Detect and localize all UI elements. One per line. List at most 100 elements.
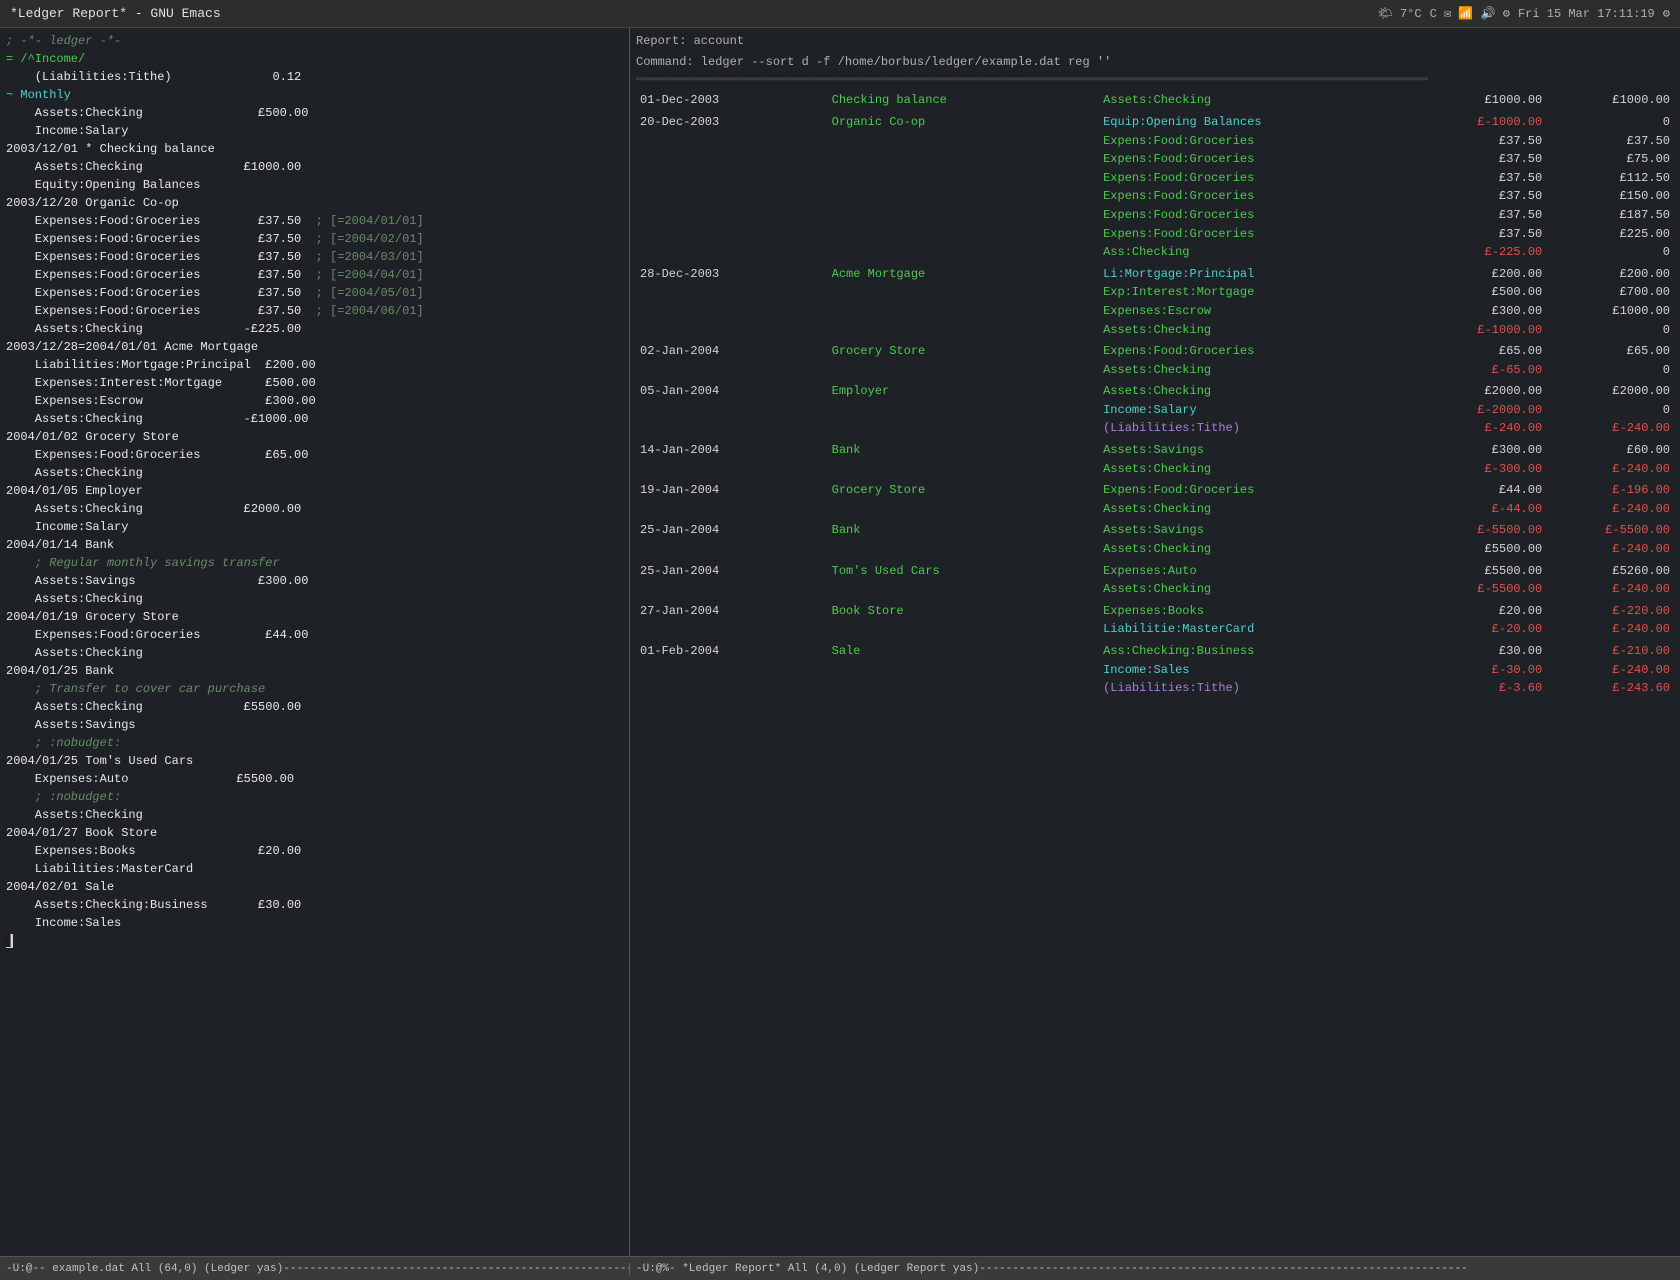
transaction-amount: £37.50	[1418, 206, 1546, 225]
transaction-payee	[828, 206, 1099, 225]
source-line: Assets:Checking	[6, 806, 623, 824]
report-separator: ════════════════════════════════════════…	[636, 74, 1674, 87]
transaction-amount: £-30.00	[1418, 661, 1546, 680]
source-line: Expenses:Food:Groceries £37.50 ; [=2004/…	[6, 212, 623, 230]
source-line: 2003/12/28=2004/01/01 Acme Mortgage	[6, 338, 623, 356]
source-line: ; :nobudget:	[6, 734, 623, 752]
transaction-payee	[828, 302, 1099, 321]
transaction-amount: £37.50	[1418, 169, 1546, 188]
transaction-date	[636, 225, 828, 244]
transaction-account: Expens:Food:Groceries	[1099, 187, 1418, 206]
source-line: Expenses:Food:Groceries £37.50 ; [=2004/…	[6, 284, 623, 302]
transaction-payee: Sale	[828, 642, 1099, 661]
window-title: *Ledger Report* - GNU Emacs	[10, 6, 221, 21]
transaction-payee: Tom's Used Cars	[828, 562, 1099, 581]
transaction-account: (Liabilities:Tithe)	[1099, 419, 1418, 438]
transaction-account: Assets:Savings	[1099, 441, 1418, 460]
transaction-account: Expens:Food:Groceries	[1099, 150, 1418, 169]
source-line: ; :nobudget:	[6, 788, 623, 806]
transaction-amount: £-225.00	[1418, 243, 1546, 262]
transaction-date	[636, 580, 828, 599]
source-line: Expenses:Interest:Mortgage £500.00	[6, 374, 623, 392]
transaction-account: Liabilitie:MasterCard	[1099, 620, 1418, 639]
table-row: (Liabilities:Tithe)£-3.60£-243.60	[636, 679, 1674, 698]
transaction-date: 14-Jan-2004	[636, 441, 828, 460]
transaction-account: Assets:Savings	[1099, 521, 1418, 540]
transaction-date: 27-Jan-2004	[636, 602, 828, 621]
transaction-running-total: £65.00	[1546, 342, 1674, 361]
source-line: Assets:Savings	[6, 716, 623, 734]
transaction-running-total: £-240.00	[1546, 540, 1674, 559]
transaction-payee	[828, 419, 1099, 438]
transaction-account: Expens:Food:Groceries	[1099, 225, 1418, 244]
transaction-payee	[828, 540, 1099, 559]
transaction-account: Assets:Checking	[1099, 580, 1418, 599]
transaction-account: Expens:Food:Groceries	[1099, 342, 1418, 361]
source-line: Assets:Checking £1000.00	[6, 158, 623, 176]
transaction-account: Equip:Opening Balances	[1099, 113, 1418, 132]
table-row: Ass:Checking£-225.000	[636, 243, 1674, 262]
transaction-running-total: 0	[1546, 321, 1674, 340]
transaction-running-total: £150.00	[1546, 187, 1674, 206]
source-line: 2004/01/27 Book Store	[6, 824, 623, 842]
transaction-amount: £37.50	[1418, 150, 1546, 169]
transaction-running-total: £37.50	[1546, 132, 1674, 151]
transaction-account: Expenses:Books	[1099, 602, 1418, 621]
source-line: Expenses:Food:Groceries £65.00	[6, 446, 623, 464]
table-row: 25-Jan-2004Tom's Used CarsExpenses:Auto£…	[636, 562, 1674, 581]
transaction-amount: £300.00	[1418, 441, 1546, 460]
transaction-payee	[828, 401, 1099, 420]
transaction-account: Li:Mortgage:Principal	[1099, 265, 1418, 284]
transaction-payee	[828, 150, 1099, 169]
transaction-account: Assets:Checking	[1099, 500, 1418, 519]
table-row: Expens:Food:Groceries£37.50£187.50	[636, 206, 1674, 225]
table-row: 27-Jan-2004Book StoreExpenses:Books£20.0…	[636, 602, 1674, 621]
transaction-date	[636, 150, 828, 169]
transaction-account: Exp:Interest:Mortgage	[1099, 283, 1418, 302]
right-report-pane[interactable]: Report: account Command: ledger --sort d…	[630, 28, 1680, 1256]
weather-info: 🌤 7°C	[1378, 6, 1422, 21]
system-info: 🌤 7°C C ✉ 📶 🔊 ⚙ Fri 15 Mar 17:11:19 ⚙	[1378, 6, 1670, 21]
transaction-running-total: £-240.00	[1546, 580, 1674, 599]
table-row: (Liabilities:Tithe)£-240.00£-240.00	[636, 419, 1674, 438]
settings-icon[interactable]: ⚙	[1663, 6, 1670, 21]
source-line: ▋	[6, 932, 623, 950]
source-line: Expenses:Food:Groceries £37.50 ; [=2004/…	[6, 266, 623, 284]
table-row: Exp:Interest:Mortgage£500.00£700.00	[636, 283, 1674, 302]
transaction-payee: Grocery Store	[828, 342, 1099, 361]
transaction-amount: £200.00	[1418, 265, 1546, 284]
table-row: Assets:Checking£-300.00£-240.00	[636, 460, 1674, 479]
transaction-running-total: £-210.00	[1546, 642, 1674, 661]
transaction-payee	[828, 500, 1099, 519]
table-row: Assets:Checking£-5500.00£-240.00	[636, 580, 1674, 599]
transaction-payee: Bank	[828, 521, 1099, 540]
transaction-payee	[828, 661, 1099, 680]
source-line: 2003/12/20 Organic Co-op	[6, 194, 623, 212]
source-line: Expenses:Food:Groceries £37.50 ; [=2004/…	[6, 248, 623, 266]
transaction-account: Expens:Food:Groceries	[1099, 481, 1418, 500]
transaction-amount: £2000.00	[1418, 382, 1546, 401]
transaction-amount: £-300.00	[1418, 460, 1546, 479]
source-line: Income:Salary	[6, 518, 623, 536]
source-line: Liabilities:Mortgage:Principal £200.00	[6, 356, 623, 374]
transaction-date	[636, 460, 828, 479]
table-row: Expenses:Escrow£300.00£1000.00	[636, 302, 1674, 321]
status-right: -U:@%- *Ledger Report* All (4,0) (Ledger…	[630, 1263, 1474, 1275]
transaction-date	[636, 401, 828, 420]
transaction-spacer	[636, 698, 1674, 701]
left-editor-pane[interactable]: ; -*- ledger -*-= /^Income/ (Liabilities…	[0, 28, 630, 1256]
source-line: 2004/01/02 Grocery Store	[6, 428, 623, 446]
transaction-payee	[828, 321, 1099, 340]
source-line: Expenses:Escrow £300.00	[6, 392, 623, 410]
table-row: 20-Dec-2003Organic Co-opEquip:Opening Ba…	[636, 113, 1674, 132]
table-row: 05-Jan-2004EmployerAssets:Checking£2000.…	[636, 382, 1674, 401]
transaction-running-total: 0	[1546, 243, 1674, 262]
transaction-running-total: £700.00	[1546, 283, 1674, 302]
transaction-date	[636, 661, 828, 680]
ledger-report-table: 01-Dec-2003Checking balanceAssets:Checki…	[636, 91, 1674, 700]
transaction-date: 19-Jan-2004	[636, 481, 828, 500]
table-row: 02-Jan-2004Grocery StoreExpens:Food:Groc…	[636, 342, 1674, 361]
transaction-running-total: £60.00	[1546, 441, 1674, 460]
ledger-source: ; -*- ledger -*-= /^Income/ (Liabilities…	[6, 32, 623, 950]
transaction-payee: Book Store	[828, 602, 1099, 621]
